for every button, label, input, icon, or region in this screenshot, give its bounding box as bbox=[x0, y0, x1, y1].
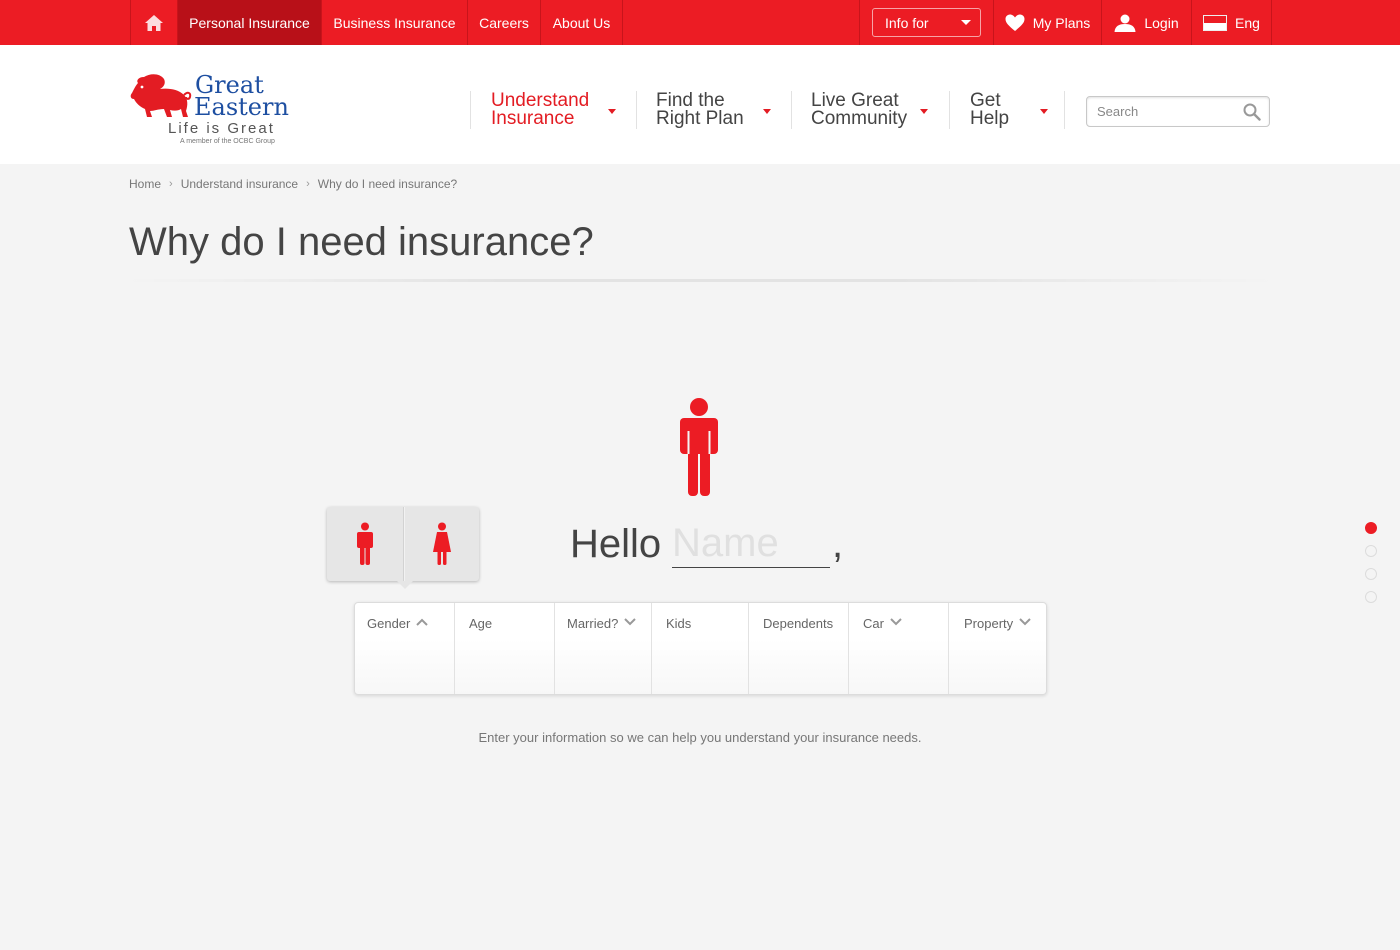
lion-icon bbox=[130, 74, 192, 117]
user-icon bbox=[1114, 14, 1136, 32]
female-figure-icon bbox=[432, 522, 451, 565]
title-divider bbox=[120, 279, 1280, 282]
topnav-careers[interactable]: Careers bbox=[467, 0, 540, 45]
step-pagination bbox=[1365, 522, 1378, 614]
breadcrumb-chevron-icon: › bbox=[306, 178, 310, 190]
field-kids[interactable]: Kids bbox=[651, 603, 748, 694]
caret-down-icon bbox=[608, 109, 616, 114]
chevron-down-icon bbox=[890, 618, 902, 626]
gender-option-female[interactable] bbox=[403, 507, 479, 581]
mainnav-understand-insurance[interactable]: Understand Insurance bbox=[470, 91, 636, 129]
step-dot-1[interactable] bbox=[1365, 522, 1377, 534]
mainnav-line2: Help bbox=[970, 108, 1010, 129]
field-age[interactable]: Age bbox=[454, 603, 554, 694]
male-figure-icon bbox=[357, 522, 373, 565]
field-gender[interactable]: Gender bbox=[355, 603, 454, 694]
gender-option-male[interactable] bbox=[327, 507, 403, 581]
person-figure-icon bbox=[680, 398, 718, 496]
field-label: Dependents bbox=[763, 616, 834, 631]
mainnav-get-help[interactable]: Get Help bbox=[949, 91, 1065, 129]
chevron-down-icon bbox=[624, 618, 637, 626]
great-eastern-logo[interactable]: Great Eastern Life is Great A member of … bbox=[130, 73, 289, 147]
home-button[interactable] bbox=[130, 0, 177, 45]
info-for-label: Info for bbox=[885, 14, 929, 31]
mainnav-label: Live Great Community bbox=[811, 91, 908, 129]
mainnav-line2: Community bbox=[811, 108, 908, 129]
caret-down-icon bbox=[1040, 109, 1048, 114]
profile-fields-panel: Gender Age Married? Kids Dependents Car … bbox=[354, 602, 1047, 695]
top-bar: Personal Insurance Business Insurance Ca… bbox=[0, 0, 1400, 45]
logo-tagline: Life is Great bbox=[168, 120, 275, 137]
info-for-dropdown[interactable]: Info for bbox=[872, 8, 981, 37]
mainnav-line2: Insurance bbox=[491, 108, 575, 129]
field-label: Car bbox=[863, 616, 884, 631]
login-label: Login bbox=[1144, 14, 1179, 31]
field-dependents[interactable]: Dependents bbox=[748, 603, 848, 694]
popover-pointer bbox=[397, 581, 413, 589]
breadcrumb-current: Why do I need insurance? bbox=[317, 177, 458, 191]
step-dot-2[interactable] bbox=[1365, 545, 1377, 557]
topnav-business-insurance[interactable]: Business Insurance bbox=[321, 0, 467, 45]
step-dot-4[interactable] bbox=[1365, 591, 1377, 603]
field-label: Gender bbox=[367, 616, 411, 631]
home-icon bbox=[145, 14, 163, 31]
helper-text: Enter your information so we can help yo… bbox=[478, 730, 922, 745]
mainnav-label: Find the Right Plan bbox=[656, 91, 744, 129]
logo-text-eastern: Eastern bbox=[194, 93, 289, 121]
logo-member-text: A member of the OCBC Group bbox=[180, 138, 275, 145]
field-label: Married? bbox=[567, 616, 619, 631]
name-input[interactable] bbox=[672, 520, 830, 568]
hello-comma: , bbox=[832, 522, 844, 566]
main-header: Great Eastern Life is Great A member of … bbox=[0, 45, 1400, 164]
singapore-flag-icon bbox=[1203, 14, 1228, 31]
breadcrumb: Home › Understand insurance › Why do I n… bbox=[129, 177, 457, 191]
mainnav-find-the-right-plan[interactable]: Find the Right Plan bbox=[636, 91, 791, 129]
breadcrumb-home[interactable]: Home bbox=[129, 177, 161, 191]
chevron-up-icon bbox=[416, 618, 429, 626]
topnav-about-us[interactable]: About Us bbox=[540, 0, 623, 45]
search-input[interactable] bbox=[1097, 104, 1237, 119]
chevron-down-icon bbox=[1019, 618, 1031, 626]
language-selector[interactable]: Eng bbox=[1191, 0, 1272, 45]
field-married[interactable]: Married? bbox=[554, 603, 651, 694]
search-box bbox=[1086, 96, 1270, 127]
mainnav-line2: Right Plan bbox=[656, 108, 744, 129]
search-icon[interactable] bbox=[1243, 103, 1261, 121]
caret-down-icon bbox=[961, 20, 971, 25]
heart-icon bbox=[1005, 14, 1025, 31]
field-car[interactable]: Car bbox=[848, 603, 948, 694]
mainnav-label: Get Help bbox=[970, 91, 1010, 129]
page-title: Why do I need insurance? bbox=[129, 220, 594, 264]
field-property[interactable]: Property bbox=[948, 603, 1046, 694]
language-label: Eng bbox=[1235, 14, 1260, 31]
caret-down-icon bbox=[920, 109, 928, 114]
caret-down-icon bbox=[763, 109, 771, 114]
gender-popover bbox=[327, 507, 479, 589]
field-label: Age bbox=[469, 616, 493, 631]
hello-greeting: Hello bbox=[570, 522, 662, 566]
login-link[interactable]: Login bbox=[1101, 0, 1191, 45]
field-label: Kids bbox=[666, 616, 692, 631]
info-for-container: Info for bbox=[859, 0, 993, 45]
my-plans-link[interactable]: My Plans bbox=[993, 0, 1101, 45]
breadcrumb-understand-insurance[interactable]: Understand insurance bbox=[181, 177, 298, 191]
my-plans-label: My Plans bbox=[1032, 14, 1091, 31]
mainnav-label: Understand Insurance bbox=[491, 91, 589, 129]
field-label: Property bbox=[964, 616, 1014, 631]
step-dot-3[interactable] bbox=[1365, 568, 1377, 580]
topnav-personal-insurance[interactable]: Personal Insurance bbox=[177, 0, 321, 45]
breadcrumb-chevron-icon: › bbox=[169, 178, 173, 190]
mainnav-live-great-community[interactable]: Live Great Community bbox=[791, 91, 949, 129]
